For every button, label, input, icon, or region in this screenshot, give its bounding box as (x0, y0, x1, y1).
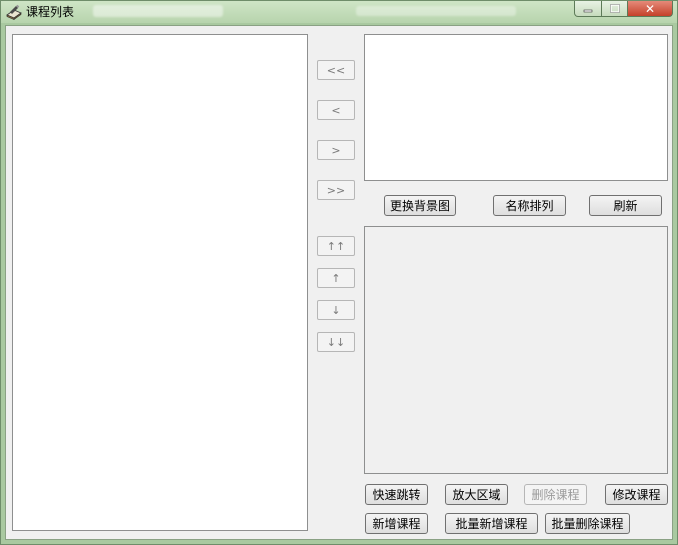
window-controls: ✕ (574, 1, 674, 18)
preview-panel[interactable] (364, 34, 668, 181)
minimize-icon (583, 9, 593, 12)
move-down-button[interactable]: ↓ (317, 300, 355, 320)
zoom-area-button[interactable]: 放大区域 (445, 484, 508, 505)
move-first-button[interactable]: << (317, 60, 355, 80)
move-bottom-button[interactable]: ↓↓ (317, 332, 355, 352)
app-window: 课程列表 ✕ << < > >> ↑↑ ↑ ↓ ↓↓ 更换背景图 名称排列 刷新… (0, 0, 678, 545)
client-area: << < > >> ↑↑ ↑ ↓ ↓↓ 更换背景图 名称排列 刷新 快速跳转 放… (5, 25, 673, 540)
move-next-button[interactable]: > (317, 140, 355, 160)
blurred-caption (356, 6, 516, 16)
maximize-icon (609, 4, 620, 13)
detail-panel[interactable] (364, 226, 668, 474)
move-prev-button[interactable]: < (317, 100, 355, 120)
minimize-button[interactable] (574, 1, 602, 17)
move-last-button[interactable]: >> (317, 180, 355, 200)
move-top-button[interactable]: ↑↑ (317, 236, 355, 256)
add-course-button[interactable]: 新增课程 (365, 513, 428, 534)
batch-delete-course-button[interactable]: 批量删除课程 (545, 513, 630, 534)
maximize-button[interactable] (602, 1, 628, 17)
close-button[interactable]: ✕ (628, 1, 673, 17)
course-book-icon (6, 4, 22, 20)
delete-course-button[interactable]: 删除课程 (524, 484, 587, 505)
quick-jump-button[interactable]: 快速跳转 (365, 484, 428, 505)
batch-add-course-button[interactable]: 批量新增课程 (445, 513, 538, 534)
course-list-panel[interactable] (12, 34, 308, 531)
sort-by-name-button[interactable]: 名称排列 (493, 195, 566, 216)
edit-course-button[interactable]: 修改课程 (605, 484, 668, 505)
window-title: 课程列表 (26, 5, 75, 19)
close-icon: ✕ (644, 1, 656, 16)
change-background-button[interactable]: 更换背景图 (384, 195, 456, 216)
blurred-caption (93, 5, 223, 17)
move-up-button[interactable]: ↑ (317, 268, 355, 288)
title-bar[interactable]: 课程列表 ✕ (1, 1, 677, 23)
refresh-button[interactable]: 刷新 (589, 195, 662, 216)
